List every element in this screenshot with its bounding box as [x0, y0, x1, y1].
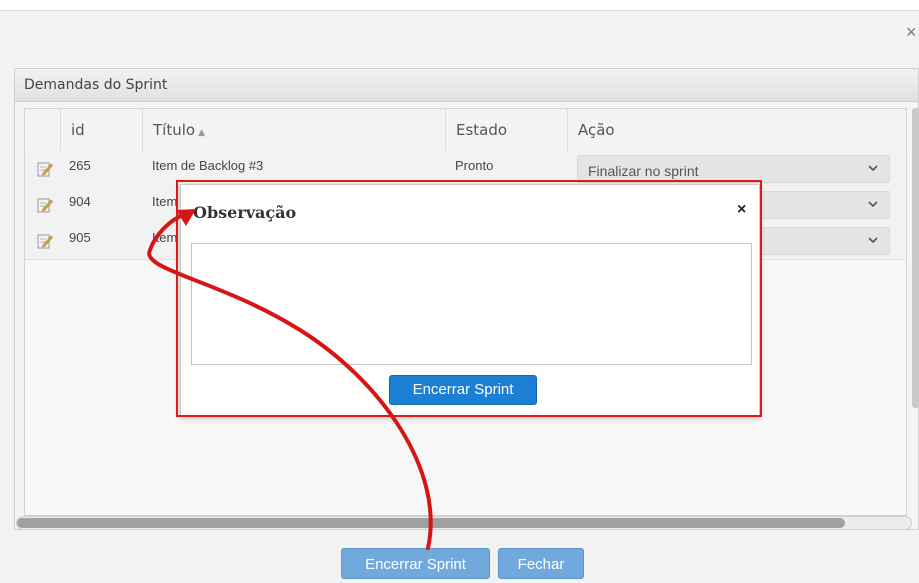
fechar-button[interactable]: Fechar: [498, 548, 584, 579]
sort-asc-icon: ▲: [198, 128, 205, 138]
cell-id: 905: [69, 230, 91, 245]
chevron-down-icon: [868, 237, 878, 244]
cell-id: 265: [69, 158, 91, 173]
cell-estado: Pronto: [455, 158, 494, 173]
cell-id: 904: [69, 194, 91, 209]
panel-header: Demandas do Sprint: [15, 69, 918, 102]
chevron-down-icon: [868, 201, 878, 208]
edit-icon[interactable]: [37, 233, 53, 249]
close-icon[interactable]: ×: [737, 201, 746, 219]
table-header: id Título ▲ Estado Ação: [25, 109, 906, 152]
cell-titulo: Item: [152, 230, 178, 245]
window-top-band: [0, 0, 919, 10]
dialog-title: Observação: [193, 203, 297, 222]
window-divider: [0, 10, 919, 11]
observacao-dialog: Observação × Encerrar Sprint: [180, 184, 760, 416]
header-titulo[interactable]: Título ▲: [142, 109, 445, 151]
horizontal-scrollbar-thumb[interactable]: [17, 518, 845, 528]
header-actions-col: [25, 109, 60, 151]
edit-icon[interactable]: [37, 161, 53, 177]
observacao-textarea[interactable]: [191, 243, 752, 365]
cell-titulo: Item: [152, 194, 178, 209]
table-row[interactable]: 265 Item de Backlog #3 Pronto Finalizar …: [25, 151, 906, 188]
header-id[interactable]: id: [60, 109, 142, 151]
action-select-value: Finalizar no sprint: [588, 163, 699, 179]
window-close-icon[interactable]: ×: [906, 22, 917, 42]
edit-icon[interactable]: [37, 197, 53, 213]
header-acao[interactable]: Ação: [567, 109, 897, 151]
encerrar-sprint-footer-button[interactable]: Encerrar Sprint: [341, 548, 490, 579]
horizontal-scrollbar[interactable]: [16, 516, 912, 530]
encerrar-sprint-button[interactable]: Encerrar Sprint: [389, 375, 537, 405]
panel-title: Demandas do Sprint: [24, 77, 168, 93]
vertical-scrollbar[interactable]: [912, 108, 919, 408]
chevron-down-icon: [868, 165, 878, 172]
header-estado[interactable]: Estado: [445, 109, 567, 151]
cell-titulo: Item de Backlog #3: [152, 158, 264, 173]
action-select[interactable]: Finalizar no sprint: [577, 155, 890, 183]
